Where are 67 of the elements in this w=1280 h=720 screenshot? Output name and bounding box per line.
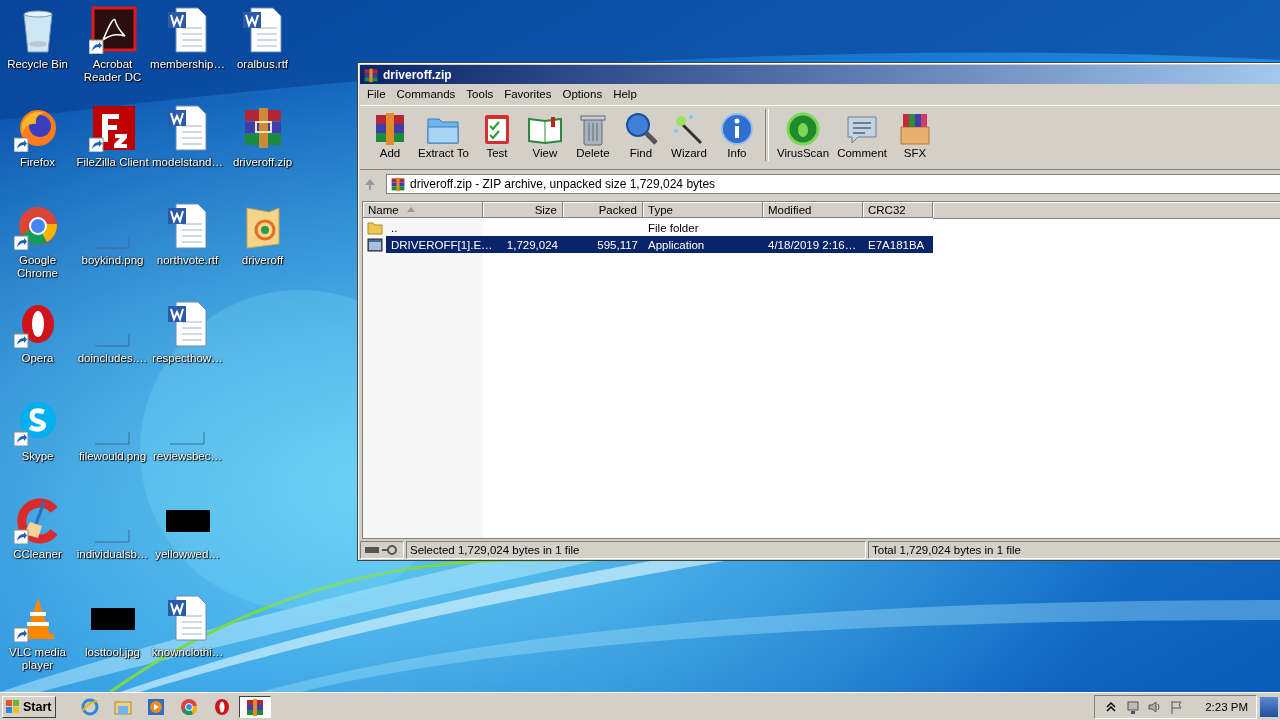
browser-icon bbox=[80, 696, 101, 717]
menu-item[interactable]: Favorites bbox=[499, 86, 558, 102]
windows-flag-icon bbox=[5, 698, 21, 715]
desktop-icon-label[interactable]: modelstand… bbox=[149, 156, 226, 169]
table-cell: 595,117 bbox=[597, 238, 638, 251]
desktop-icon-label[interactable]: driveroff.zip bbox=[224, 156, 301, 169]
status-text: Total 1,729,024 bytes in 1 file bbox=[872, 544, 1021, 556]
info-icon bbox=[718, 111, 755, 147]
browser-icon bbox=[179, 696, 200, 717]
filezilla-icon[interactable] bbox=[88, 104, 137, 152]
archive-icon bbox=[390, 176, 406, 192]
network-icon[interactable] bbox=[1125, 698, 1142, 715]
path-field[interactable]: driveroff.zip - ZIP archive, unpacked size 1,729,024 bytes bbox=[386, 174, 1280, 194]
toolbar-button[interactable]: Comment bbox=[833, 109, 891, 161]
column-header[interactable]: CRC32 bbox=[863, 202, 933, 218]
column-header[interactable]: Type bbox=[643, 202, 763, 218]
toolbar-button[interactable]: Add bbox=[366, 109, 414, 161]
clock[interactable]: 2:23 PM bbox=[1205, 700, 1248, 713]
application-icon bbox=[367, 237, 383, 252]
column-header[interactable]: Packed bbox=[563, 202, 643, 218]
desktop-icon-label[interactable]: boykind.png bbox=[74, 254, 151, 267]
menu-item[interactable]: File bbox=[362, 86, 392, 102]
desktop-icon-label[interactable]: Google Chrome bbox=[0, 254, 76, 280]
file-row[interactable]: .. File folder bbox=[386, 219, 933, 236]
column-header[interactable]: Modified bbox=[763, 202, 863, 218]
column-header[interactable]: Name bbox=[363, 202, 483, 218]
archive-icon bbox=[363, 66, 379, 83]
desktop-icon-label[interactable]: FileZilla Client bbox=[74, 156, 151, 169]
desktop-icon-label[interactable]: oralbus.rtf bbox=[224, 58, 301, 71]
show-desktop-button[interactable] bbox=[1260, 696, 1278, 717]
menu-item[interactable]: Commands bbox=[391, 86, 462, 102]
start-button[interactable]: Start bbox=[2, 695, 57, 718]
books-icon bbox=[245, 696, 266, 717]
toolbar-button[interactable]: VirusScan bbox=[772, 109, 834, 161]
table-cell: E7A181BA bbox=[868, 238, 925, 251]
menu-item[interactable]: Tools bbox=[461, 86, 500, 102]
table-cell: 4/18/2019 2:16… bbox=[768, 238, 857, 251]
acrobat-icon[interactable] bbox=[88, 6, 137, 54]
taskbar-button[interactable] bbox=[239, 695, 272, 718]
table-cell: File folder bbox=[648, 221, 699, 234]
table-cell: 1,729,024 bbox=[506, 238, 558, 251]
toolbar-button[interactable]: View bbox=[520, 109, 569, 161]
toolbar-button[interactable]: Find bbox=[616, 109, 665, 161]
window-title: driveroff.zip bbox=[383, 67, 452, 82]
box-icon bbox=[897, 111, 933, 147]
desktop-icon-label[interactable]: Acrobat Reader DC bbox=[74, 58, 151, 84]
toolbar-button[interactable]: Test bbox=[472, 109, 521, 161]
toolbar-button[interactable]: Delete bbox=[568, 109, 617, 161]
folder-icon bbox=[367, 220, 383, 235]
toolbar-button[interactable]: Info bbox=[712, 109, 761, 161]
desktop-icon-label[interactable]: Recycle Bin bbox=[0, 58, 76, 71]
file-row[interactable]: DRIVEROFF[1].E… 1,729,024 595,117 Application 4/18/2019 2:16… E7A181BA bbox=[386, 236, 933, 253]
table-cell: Application bbox=[648, 238, 705, 251]
sort-arrow-icon bbox=[406, 207, 415, 212]
play-icon bbox=[146, 696, 167, 717]
table-cell: .. bbox=[391, 221, 398, 234]
desktop-icon-label[interactable]: membership… bbox=[149, 58, 226, 71]
table-cell: DRIVEROFF[1].E… bbox=[391, 238, 493, 251]
desktop-icon-label[interactable]: Firefox bbox=[0, 156, 76, 169]
menu-item[interactable]: Options bbox=[557, 86, 609, 102]
menu-item[interactable]: Help bbox=[608, 86, 643, 102]
drive-key-icon bbox=[360, 541, 404, 559]
column-header[interactable]: Size bbox=[483, 202, 563, 218]
toolbar-button[interactable]: Extract To bbox=[414, 109, 473, 161]
toolbar-button[interactable]: Wizard bbox=[664, 109, 713, 161]
status-text: Selected 1,729,024 bytes in 1 file bbox=[410, 544, 580, 556]
toolbar-button[interactable]: SFX bbox=[891, 109, 939, 161]
